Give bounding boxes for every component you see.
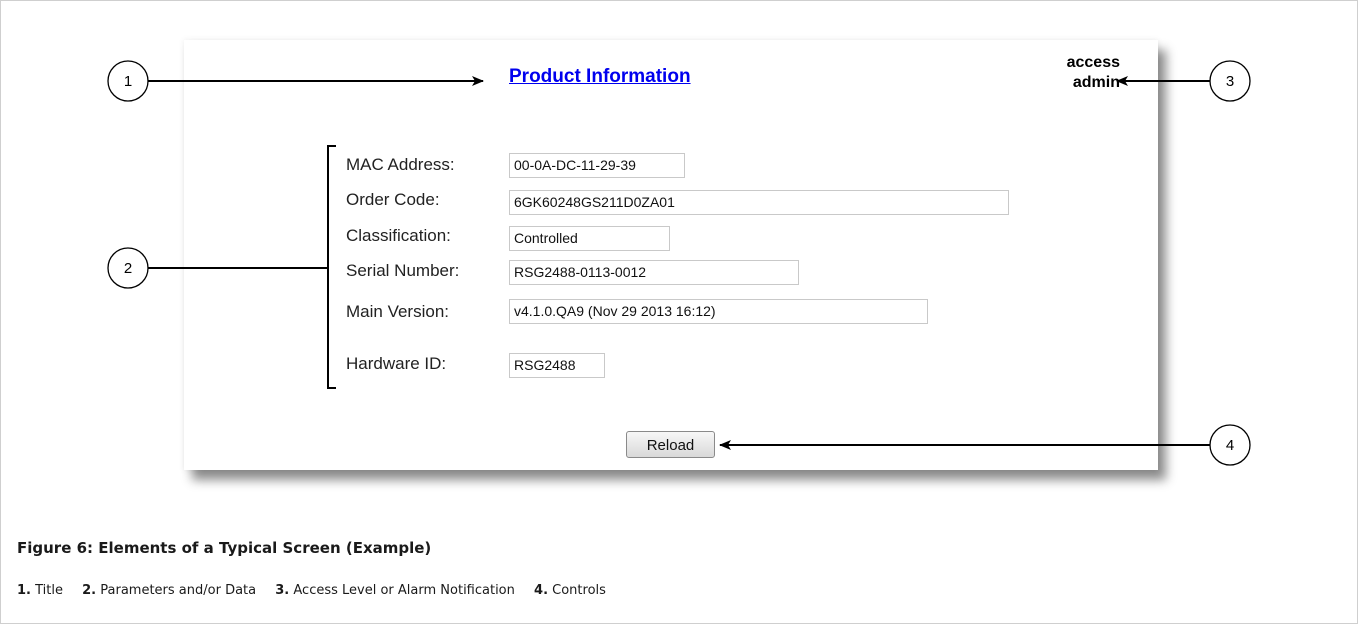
- callout-1-number: 1: [124, 73, 132, 90]
- callout-4-number: 4: [1226, 437, 1234, 454]
- legend-number: 1.: [17, 583, 31, 598]
- legend-item-controls: 4. Controls: [534, 583, 606, 598]
- callout-2-number: 2: [124, 260, 132, 277]
- callout-3-number: 3: [1226, 73, 1234, 90]
- callout-overlay: 1 2 3 4: [107, 60, 1251, 466]
- legend-text: Access Level or Alarm Notification: [293, 583, 515, 598]
- legend-number: 2.: [82, 583, 97, 598]
- legend-item-title: 1. Title: [17, 583, 63, 598]
- figure-legend: 1. Title 2. Parameters and/or Data 3. Ac…: [17, 583, 621, 598]
- legend-item-access-level: 3. Access Level or Alarm Notification: [275, 583, 515, 598]
- parameters-bracket: [327, 145, 336, 389]
- figure-caption: Figure 6: Elements of a Typical Screen (…: [17, 539, 432, 557]
- legend-number: 3.: [275, 583, 290, 598]
- legend-text: Parameters and/or Data: [100, 583, 257, 598]
- legend-text: Title: [35, 583, 63, 598]
- legend-number: 4.: [534, 583, 549, 598]
- legend-item-parameters: 2. Parameters and/or Data: [82, 583, 256, 598]
- legend-text: Controls: [552, 583, 606, 598]
